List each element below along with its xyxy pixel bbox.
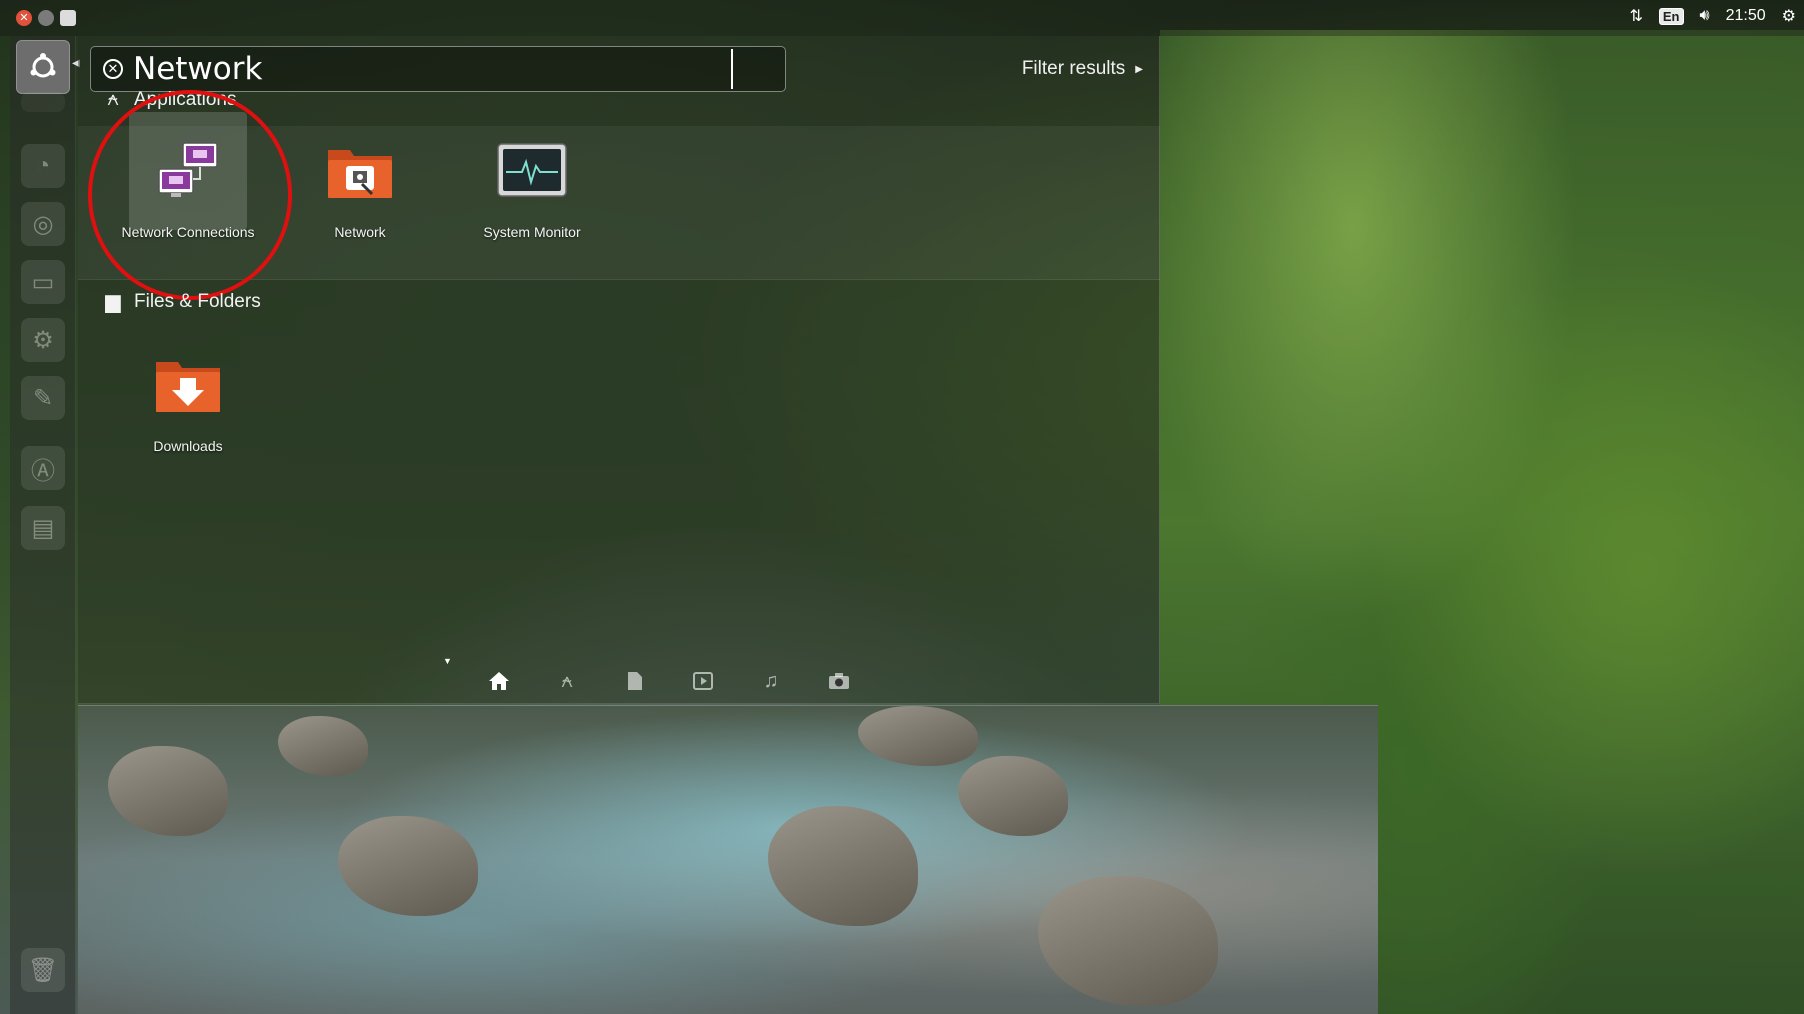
result-label: System Monitor — [483, 224, 581, 240]
result-downloads[interactable]: Downloads — [100, 326, 276, 454]
result-network[interactable]: Network — [272, 112, 448, 240]
ubuntu-logo-icon — [30, 53, 56, 78]
lens-bar: ⍲ ♫ — [78, 658, 1160, 704]
dash-home-button[interactable] — [16, 40, 70, 94]
window-controls: ✕ — [16, 10, 76, 26]
filter-results-label: Filter results — [1021, 58, 1126, 79]
chevron-right-icon: ▶ — [1135, 63, 1143, 75]
launcher-item-trash[interactable]: 🗑︎ — [21, 948, 65, 992]
applications-icon[interactable]: ⍲ — [553, 667, 581, 695]
launcher-item-updater[interactable]: ◔ — [21, 144, 65, 188]
wallpaper-rock — [858, 706, 978, 766]
applications-icon: ⍲ — [107, 88, 119, 110]
wallpaper-rock — [108, 746, 228, 836]
file-icon[interactable] — [621, 667, 649, 695]
launcher: ◀ ◔ ◎ ▭ ⚙ ✎ Ⓐ ▤ 🗑︎ — [10, 36, 80, 1014]
camera-icon[interactable] — [825, 667, 853, 695]
wallpaper-rock — [768, 806, 918, 926]
launcher-item-software-center[interactable]: Ⓐ — [21, 446, 65, 490]
minimize-window-button[interactable] — [38, 10, 54, 26]
gear-icon[interactable]: ⚙ — [1782, 6, 1796, 26]
file-icon: ▆ — [105, 291, 121, 313]
category-files-folders[interactable]: ▆ Files & Folders — [102, 289, 261, 314]
maximize-window-button[interactable] — [60, 10, 76, 26]
wallpaper-rock — [958, 756, 1068, 836]
wallpaper-river — [78, 705, 1378, 1014]
clear-search-icon[interactable]: ✕ — [103, 59, 123, 79]
result-system-monitor[interactable]: System Monitor — [444, 112, 620, 240]
video-icon[interactable] — [689, 667, 717, 695]
launcher-item-workspace[interactable] — [21, 92, 65, 112]
wallpaper-rock — [1038, 876, 1218, 1006]
downloads-folder-icon — [129, 326, 247, 444]
home-icon[interactable] — [485, 667, 513, 695]
launcher-item-files[interactable]: ▭ — [21, 260, 65, 304]
launcher-item-settings[interactable]: ⚙ — [21, 318, 65, 362]
launcher-item-document[interactable]: ▤ — [21, 506, 65, 550]
network-arrows-icon[interactable]: ⇅ — [1629, 6, 1642, 26]
keyboard-layout-indicator[interactable]: En — [1658, 7, 1684, 25]
category-files-folders-label: Files & Folders — [134, 290, 261, 312]
launcher-item-editor[interactable]: ✎ — [21, 376, 65, 420]
volume-icon[interactable]: 🔊︎ — [1700, 7, 1710, 25]
highlight-annotation-circle — [88, 90, 292, 300]
dash-overlay: ✕ Filter results ▶ ⍲ Applications Networ… — [78, 36, 1160, 704]
wallpaper-rock — [278, 716, 368, 776]
clock[interactable]: 21:50 — [1726, 7, 1766, 25]
filter-results-button[interactable]: Filter results ▶ — [1022, 58, 1143, 80]
launcher-item-browser[interactable]: ◎ — [21, 202, 65, 246]
result-label: Network — [334, 224, 386, 240]
music-icon[interactable]: ♫ — [757, 667, 785, 695]
dash-search-box[interactable]: ✕ — [90, 46, 786, 92]
panel-indicators: ⇅ En 🔊︎ 21:50 ⚙ — [1629, 6, 1796, 26]
dash-search-input[interactable] — [133, 49, 733, 89]
wallpaper-rock — [338, 816, 478, 916]
close-window-button[interactable]: ✕ — [16, 10, 32, 26]
system-monitor-icon — [473, 112, 591, 230]
top-panel: ✕ ⇅ En 🔊︎ 21:50 ⚙ — [0, 0, 1804, 36]
network-folder-icon — [301, 112, 419, 230]
result-label: Downloads — [153, 438, 223, 454]
